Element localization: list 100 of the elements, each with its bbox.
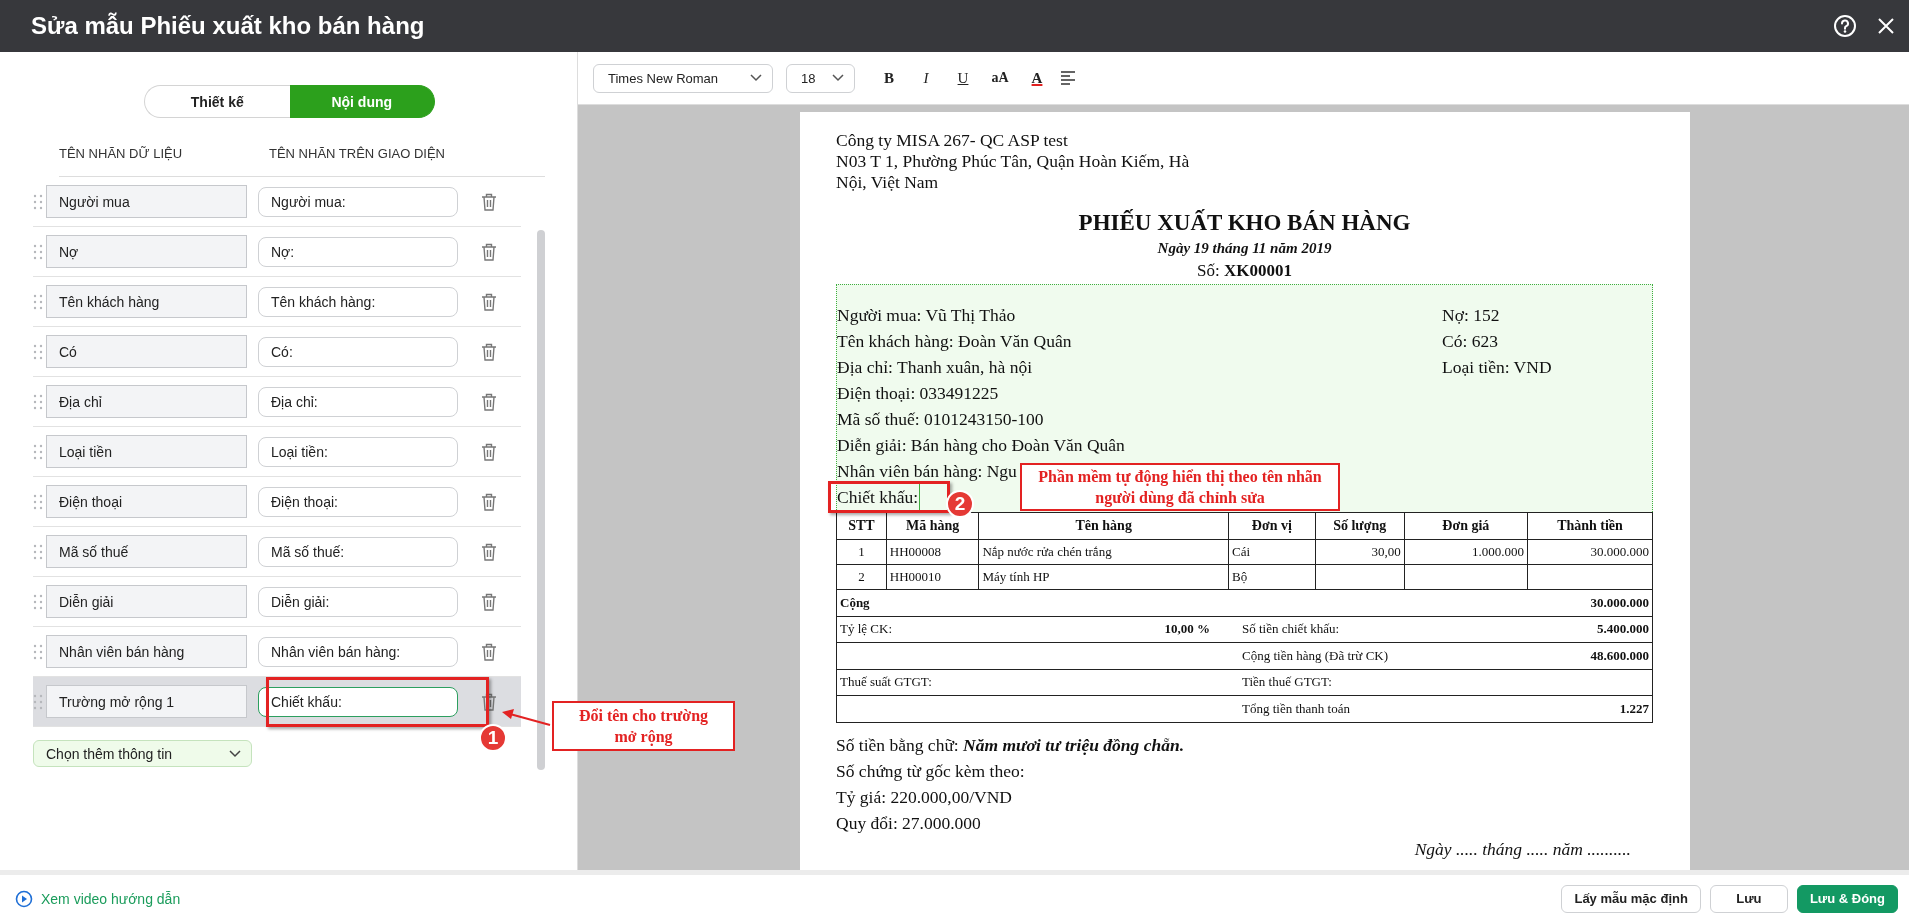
data-label-field: Địa chỉ (46, 385, 247, 418)
data-label-field: Loại tiền (46, 435, 247, 468)
trash-icon[interactable] (481, 542, 497, 561)
trash-icon[interactable] (481, 342, 497, 361)
text-color-button[interactable]: A (1023, 64, 1051, 92)
table-cell: Nắp nước rửa chén trắng (982, 544, 1112, 559)
document-title: PHIẾU XUẤT KHO BÁN HÀNG (1077, 208, 1412, 237)
summary-label: Cộng tiền hàng (Đã trừ CK) (1242, 647, 1389, 664)
label-input-field[interactable]: Loại tiền: (258, 436, 458, 467)
info-text: Có: 623 (1442, 331, 1498, 351)
trash-icon[interactable] (481, 292, 497, 311)
data-label-field: Điện thoại (46, 485, 247, 518)
font-dropdown[interactable]: Times New Roman (593, 63, 773, 93)
label-input-field[interactable]: Chiết khấu: (258, 686, 458, 717)
label-input-field[interactable]: Địa chỉ: (258, 386, 458, 417)
video-link[interactable]: Xem video hướng dẫn (41, 890, 181, 907)
label-input-field[interactable]: Có: (258, 336, 458, 367)
trash-icon[interactable] (481, 192, 497, 211)
column-header: TÊN NHÃN DỮ LIỆU (59, 146, 184, 163)
info-text: Địa chỉ: Thanh xuân, hà nội (837, 357, 1033, 377)
trash-icon[interactable] (481, 592, 497, 611)
action-button[interactable]: Lấy mẫu mặc định (1561, 884, 1701, 913)
table-cell: HH00010 (889, 569, 942, 584)
underline-button[interactable]: U (949, 64, 977, 92)
drag-handle-icon[interactable] (33, 193, 43, 210)
italic-button[interactable]: I (912, 64, 940, 92)
label-input-field[interactable]: Điện thoại: (258, 486, 458, 517)
close-icon[interactable] (1877, 17, 1895, 35)
scrollbar[interactable] (537, 230, 545, 770)
signature-date: Ngày ..... tháng ..... năm .......... (1413, 837, 1632, 861)
bold-button[interactable]: B (875, 64, 903, 92)
field-row[interactable]: Nợ Nợ: (33, 227, 521, 277)
mode-tab[interactable]: Thiết kế (144, 85, 290, 118)
label-input-field[interactable]: Nợ: (258, 236, 458, 267)
data-label-field: Trường mở rộng 1 (46, 685, 247, 718)
company-text: Công ty MISA 267- QC ASP test (836, 130, 1069, 151)
info-text: Chiết khấu: (837, 484, 921, 510)
data-label-field: Có (46, 335, 247, 368)
help-icon[interactable] (1833, 14, 1857, 38)
field-row[interactable]: Mã số thuế Mã số thuế: (33, 527, 521, 577)
drag-handle-icon[interactable] (33, 543, 43, 560)
field-row[interactable]: Nhân viên bán hàng Nhân viên bán hàng: (33, 627, 521, 677)
label-input-field[interactable]: Tên khách hàng: (258, 286, 458, 317)
table-header: Đơn vị (1228, 512, 1316, 540)
info-text: Nợ: 152 (1442, 305, 1500, 325)
trash-icon[interactable] (481, 692, 497, 711)
table-cell: 1.000.000 (1472, 544, 1524, 559)
field-row[interactable]: Điện thoại Điện thoại: (33, 477, 521, 527)
label-input-field[interactable]: Mã số thuế: (258, 536, 458, 567)
company-text: N03 T 1, Phường Phúc Tân, Quận Hoàn Kiếm, Hà (836, 151, 1191, 172)
drag-handle-icon[interactable] (33, 643, 43, 660)
info-text: Mã số thuế: 0101243150-100 (837, 409, 1044, 429)
drag-handle-icon[interactable] (33, 343, 43, 360)
drag-handle-icon[interactable] (33, 243, 43, 260)
drag-handle-icon[interactable] (33, 293, 43, 310)
summary-value: 10,00 % (1164, 621, 1210, 638)
trash-icon[interactable] (481, 642, 497, 661)
drag-handle-icon[interactable] (33, 493, 43, 510)
data-label-field: Diễn giải (46, 585, 247, 618)
label-input-field[interactable]: Nhân viên bán hàng: (258, 636, 458, 667)
field-row[interactable]: Tên khách hàng Tên khách hàng: (33, 277, 521, 327)
field-row[interactable]: Diễn giải Diễn giải: (33, 577, 521, 627)
drag-handle-icon[interactable] (33, 593, 43, 610)
action-button[interactable]: Lưu (1709, 884, 1788, 913)
document-text: Số chứng từ gốc kèm theo: (836, 759, 1026, 783)
label-input-field[interactable]: Người mua: (258, 186, 458, 217)
trash-icon[interactable] (481, 242, 497, 261)
summary-label: Thuế suất GTGT: (840, 674, 932, 691)
data-label-field: Nhân viên bán hàng (46, 635, 247, 668)
font-size-dropdown[interactable]: 18 (786, 63, 855, 93)
align-left-icon[interactable] (1060, 71, 1076, 85)
summary-label: Tiền thuế GTGT: (1242, 674, 1332, 691)
field-row[interactable]: Loại tiền Loại tiền: (33, 427, 521, 477)
chevron-down-icon (832, 74, 844, 82)
chevron-down-icon (229, 749, 241, 758)
selected-row[interactable]: Trường mở rộng 1 Chiết khấu: (33, 677, 521, 727)
label-input-field[interactable]: Diễn giải: (258, 586, 458, 617)
drag-handle-icon[interactable] (33, 693, 43, 710)
window-title: Sửa mẫu Phiếu xuất kho bán hàng (31, 12, 426, 40)
trash-icon[interactable] (481, 442, 497, 461)
table-cell: Máy tính HP (982, 569, 1050, 584)
field-row[interactable]: Địa chỉ Địa chỉ: (33, 377, 521, 427)
trash-icon[interactable] (481, 392, 497, 411)
document-text: Số tiền bằng chữ: Năm mươi tư triệu đồng chẵn. (836, 733, 1186, 757)
data-label-field: Nợ (46, 235, 247, 268)
info-text: Người mua: Vũ Thị Thảo (837, 305, 1016, 325)
info-text: Điện thoại: 033491225 (837, 383, 999, 403)
drag-handle-icon[interactable] (33, 393, 43, 410)
drag-handle-icon[interactable] (33, 443, 43, 460)
table-header: STT (836, 512, 887, 540)
text-case-button[interactable]: aA (986, 64, 1014, 92)
field-row[interactable]: Người mua Người mua: (33, 177, 521, 227)
field-row[interactable]: Có Có: (33, 327, 521, 377)
info-text: Diễn giải: Bán hàng cho Đoàn Văn Quân (837, 435, 1125, 455)
info-text: Tên khách hàng: Đoàn Văn Quân (837, 331, 1072, 351)
save-close-button[interactable]: Lưu & Đóng (1796, 884, 1898, 913)
trash-icon[interactable] (481, 492, 497, 511)
add-info-dropdown[interactable]: Chọn thêm thông tin (33, 740, 252, 767)
data-label-field: Người mua (46, 185, 247, 218)
chevron-down-icon (750, 74, 762, 82)
